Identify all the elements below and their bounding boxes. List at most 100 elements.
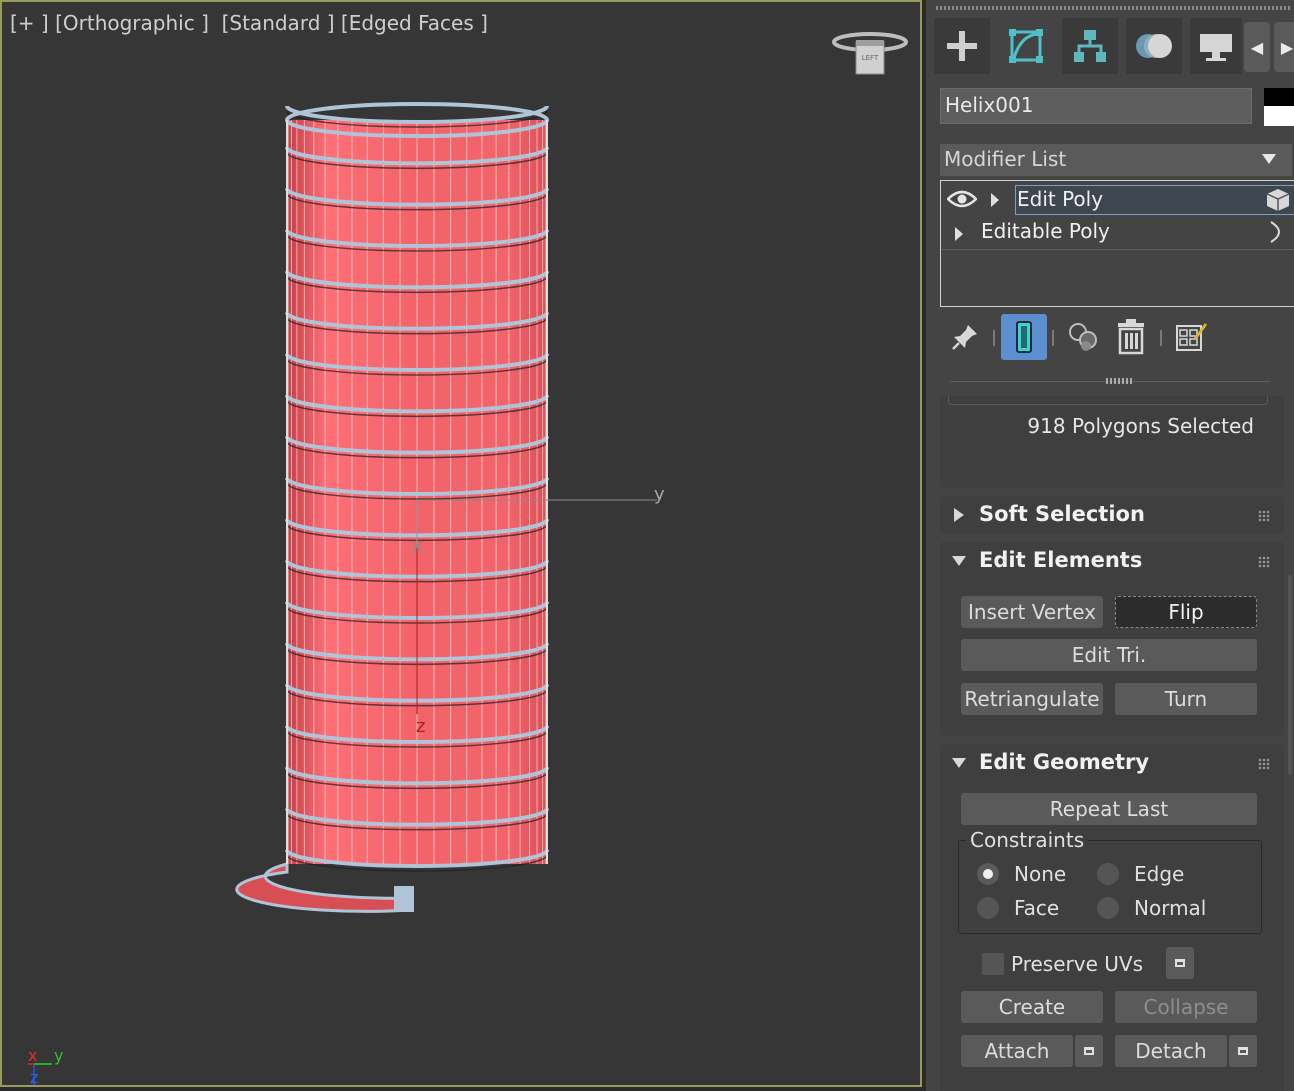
modifier-stack: Edit Poly Editable Poly (940, 180, 1294, 307)
tab-hierarchy[interactable] (1062, 18, 1118, 74)
rollout-resize-grip[interactable] (1106, 378, 1132, 384)
edit-tri-button[interactable]: Edit Tri. (961, 639, 1257, 671)
preserve-uvs-checkbox[interactable] (982, 953, 1004, 975)
remove-modifier-button[interactable] (1108, 314, 1154, 360)
eye-icon[interactable] (947, 189, 977, 209)
remove-modifier-icon (1118, 319, 1144, 355)
tab-scroll-right-button[interactable]: ▶ (1274, 22, 1294, 72)
object-color-swatch[interactable] (1264, 88, 1294, 126)
tab-create[interactable] (934, 18, 990, 74)
viewport-orthographic[interactable]: [+ ] [Orthographic ] [Standard ] [Edged … (0, 0, 922, 1087)
show-end-result-button[interactable] (1001, 314, 1047, 360)
constraints-label: Constraints (966, 828, 1089, 852)
configure-modifier-sets-button[interactable] (1168, 314, 1214, 360)
settings-box-icon (1084, 1047, 1094, 1055)
drag-grip-icon[interactable] (1258, 758, 1270, 770)
selection-rollout-edge (948, 396, 1268, 405)
rollout-title: Edit Geometry (979, 750, 1150, 774)
create-button[interactable]: Create (961, 991, 1103, 1023)
object-color-swatch-lower (1264, 106, 1294, 126)
detach-button[interactable]: Detach (1115, 1035, 1227, 1067)
attach-button[interactable]: Attach (961, 1035, 1073, 1067)
constraint-none-radio[interactable] (977, 863, 999, 885)
collapse-arrow-icon (952, 556, 966, 566)
toolbar-separator (1160, 330, 1162, 346)
modify-tab-icon (1009, 29, 1043, 63)
gizmo-z-label: z (416, 716, 426, 737)
cube-icon (1266, 189, 1290, 211)
constraint-edge-label: Edge (1134, 862, 1185, 886)
edit-geometry-rollout: Edit Geometry Repeat Last Constraints No… (940, 744, 1284, 1091)
repeat-last-button[interactable]: Repeat Last (961, 793, 1257, 825)
modifier-list-label: Modifier List (944, 147, 1067, 171)
constraints-group (958, 840, 1262, 934)
base-object-icon (1270, 221, 1280, 243)
gizmo-x-label: x (412, 536, 423, 557)
tab-display[interactable] (1190, 18, 1242, 74)
rollout-title: Soft Selection (979, 502, 1145, 526)
drag-grip-icon[interactable] (1258, 510, 1270, 522)
make-unique-button[interactable] (1060, 314, 1106, 360)
edit-elements-rollout: Edit Elements Insert Vertex Flip Edit Tr… (940, 542, 1284, 736)
edit-elements-header[interactable]: Edit Elements (940, 542, 1284, 580)
display-tab-icon (1200, 34, 1232, 61)
constraint-normal-label: Normal (1134, 896, 1207, 920)
chevron-down-icon (1262, 154, 1276, 164)
triad-x-label: x (28, 1046, 38, 1065)
preserve-uvs-settings-button[interactable] (1166, 947, 1194, 979)
tab-scroll-left-button[interactable]: ◀ (1244, 22, 1270, 72)
triad-z-label: z (30, 1068, 39, 1087)
motion-tab-icon (1136, 34, 1172, 58)
stack-item-edit-poly[interactable]: Edit Poly (941, 183, 1294, 215)
settings-box-icon (1175, 959, 1185, 967)
stack-item-editable-poly[interactable]: Editable Poly (941, 217, 1294, 249)
soft-selection-header[interactable]: Soft Selection (940, 496, 1284, 534)
tab-motion[interactable] (1126, 18, 1182, 74)
collapse-arrow-icon (952, 758, 966, 768)
helix-mesh[interactable] (2, 2, 922, 1087)
make-unique-icon (1069, 323, 1097, 351)
panel-scrollbar[interactable] (1288, 575, 1292, 775)
selection-count-text: 918 Polygons Selected (1027, 414, 1254, 438)
expand-arrow-icon (954, 508, 964, 522)
turn-button[interactable]: Turn (1115, 683, 1257, 715)
panel-drag-grip[interactable] (936, 6, 1292, 10)
object-name-field[interactable]: Helix001 (940, 88, 1252, 124)
create-tab-icon (947, 31, 977, 61)
insert-vertex-button[interactable]: Insert Vertex (961, 596, 1103, 628)
modifier-list-dropdown[interactable]: Modifier List (940, 144, 1292, 176)
attach-settings-button[interactable] (1075, 1035, 1103, 1067)
expand-arrow-icon[interactable] (955, 227, 963, 241)
drag-grip-icon[interactable] (1258, 556, 1270, 568)
pin-stack-button[interactable] (942, 314, 988, 360)
collapse-button: Collapse (1115, 991, 1257, 1023)
rollout-title: Edit Elements (979, 548, 1143, 572)
expand-arrow-icon[interactable] (991, 193, 999, 207)
constraint-none-label: None (1014, 862, 1067, 886)
stack-divider (941, 249, 1294, 250)
stack-item-label: Edit Poly (1017, 187, 1104, 211)
edit-geometry-header[interactable]: Edit Geometry (940, 744, 1284, 782)
constraint-face-radio[interactable] (977, 897, 999, 919)
flip-button[interactable]: Flip (1115, 596, 1257, 628)
world-axis-triad: x y z (26, 1046, 76, 1087)
preserve-uvs-label: Preserve UVs (1011, 952, 1143, 976)
show-end-result-icon (1016, 321, 1032, 353)
triad-y-label: y (54, 1046, 64, 1065)
settings-box-icon (1238, 1047, 1248, 1055)
selection-info-panel: 918 Polygons Selected (940, 396, 1284, 488)
retriangulate-button[interactable]: Retriangulate (961, 683, 1103, 715)
command-panel: ◀ ▶ Helix001 Modifier List Edit Poly Edi… (926, 0, 1294, 1091)
soft-selection-rollout: Soft Selection (940, 496, 1284, 534)
detach-settings-button[interactable] (1229, 1035, 1257, 1067)
constraint-face-label: Face (1014, 896, 1060, 920)
constraint-normal-radio[interactable] (1097, 897, 1119, 919)
hierarchy-tab-icon (1074, 30, 1106, 62)
tab-modify[interactable] (998, 18, 1054, 74)
chevron-left-icon: ◀ (1250, 37, 1264, 57)
stack-item-label: Editable Poly (981, 219, 1110, 243)
constraint-edge-radio[interactable] (1097, 863, 1119, 885)
helix-end-cap (394, 886, 414, 912)
configure-modifier-sets-icon (1176, 323, 1207, 351)
modifier-stack-toolbar (940, 312, 1292, 364)
